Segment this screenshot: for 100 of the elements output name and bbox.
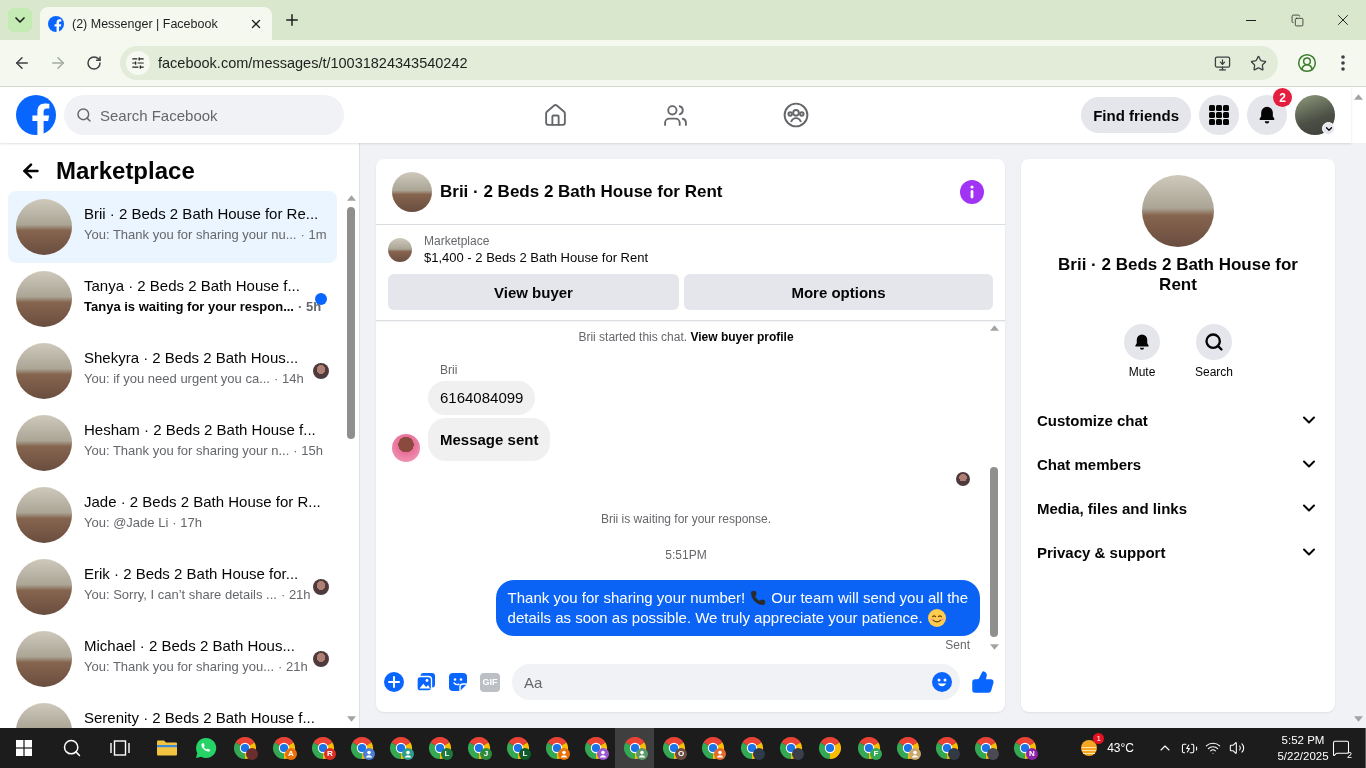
seen-avatar bbox=[956, 472, 970, 486]
conversation-title: Serenity · 2 Beds 2 Bath House f... bbox=[84, 709, 316, 727]
conversation-item[interactable]: Michael · 2 Beds 2 Bath Hous... You: Thank you for sharing you... · 21h bbox=[8, 623, 337, 695]
room-photo bbox=[16, 559, 72, 615]
plus-icon bbox=[384, 672, 404, 692]
message-time: · 14h bbox=[274, 371, 304, 387]
message-preview: You: Thank you for sharing your n... bbox=[84, 443, 290, 459]
conversation-title: Tanya · 2 Beds 2 Bath House f... bbox=[84, 277, 301, 295]
scroll-down-icon bbox=[346, 716, 356, 722]
conversation-item[interactable]: Jade · 2 Beds 2 Bath House for R... You: @Jade Li · 17h bbox=[8, 479, 337, 551]
scrollbar-thumb[interactable] bbox=[990, 467, 998, 637]
bell-icon bbox=[1257, 105, 1277, 125]
taskbar-app[interactable]: N bbox=[1005, 728, 1044, 768]
image-icon bbox=[416, 672, 436, 692]
clock-date: 5/22/2025 bbox=[1277, 749, 1329, 764]
search-field[interactable]: Search Facebook bbox=[64, 95, 344, 135]
scroll-up-icon bbox=[1354, 94, 1363, 100]
find-friends-button[interactable]: Find friends bbox=[1081, 97, 1191, 133]
chrome-icon bbox=[817, 736, 842, 760]
taskbar-app[interactable]: J bbox=[459, 728, 498, 768]
section-label: Customize chat bbox=[1037, 411, 1148, 429]
conversation-item[interactable]: Tanya · 2 Beds 2 Bath House f... Tanya is waiting for your respon... · 5h bbox=[8, 263, 337, 335]
conversation-item[interactable]: Brii · 2 Beds 2 Bath House for Re... You: Thank you for sharing your nu... · 1m bbox=[8, 191, 337, 263]
message-preview: You: @Jade Li bbox=[84, 515, 169, 531]
profile-avatar[interactable] bbox=[1295, 95, 1335, 135]
room-photo bbox=[16, 631, 72, 687]
search-icon bbox=[62, 738, 82, 758]
mute-button[interactable] bbox=[1124, 324, 1160, 360]
scroll-up-icon bbox=[346, 195, 356, 201]
whatsapp-icon bbox=[194, 737, 217, 759]
search-button[interactable] bbox=[1196, 324, 1232, 360]
message-time: · 17h bbox=[172, 515, 202, 531]
scroll-up-icon bbox=[989, 325, 999, 331]
listing-source: Marketplace bbox=[424, 233, 491, 249]
action-button[interactable]: More options bbox=[684, 274, 993, 310]
conversation-title: Jade · 2 Beds 2 Bath House for R... bbox=[84, 493, 322, 511]
menu-button[interactable] bbox=[1199, 95, 1239, 135]
message-time: · 1m bbox=[300, 227, 327, 243]
sliders-icon bbox=[131, 56, 145, 70]
star-icon bbox=[1249, 54, 1267, 72]
emoji-button[interactable] bbox=[932, 672, 952, 692]
telephone-icon bbox=[750, 590, 767, 606]
conversation-item[interactable]: Hesham · 2 Beds 2 Bath House f... You: Thank you for sharing your n... · 15h bbox=[8, 407, 337, 479]
tab-list-button[interactable] bbox=[8, 8, 32, 32]
notifications-button[interactable]: 2 bbox=[1330, 728, 1352, 768]
group-icon bbox=[782, 102, 809, 128]
message-icon bbox=[1332, 739, 1350, 757]
room-photo bbox=[16, 199, 72, 255]
conversation-title: Erik · 2 Beds 2 Bath House for... bbox=[84, 565, 300, 583]
scrollbar-thumb[interactable] bbox=[347, 207, 355, 439]
action-label: Search bbox=[1195, 364, 1233, 380]
arrow-right-icon bbox=[49, 54, 67, 72]
listing-title: $1,400 - 2 Beds 2 Bath House for Rent bbox=[424, 249, 649, 267]
taskbar-app[interactable] bbox=[615, 728, 654, 768]
conversation-item[interactable]: Erik · 2 Beds 2 Bath House for... You: Sorry, I can’t share details ... · 21h bbox=[8, 551, 337, 623]
section-toggle[interactable]: Customize chat bbox=[1029, 398, 1327, 442]
status-text: Brii is waiting for your response. bbox=[600, 511, 772, 527]
monitor-download-icon bbox=[1213, 54, 1231, 72]
conversation-title: Michael · 2 Beds 2 Bath Hous... bbox=[84, 637, 296, 655]
section-toggle[interactable]: Chat members bbox=[1029, 442, 1327, 486]
taskbar-app[interactable]: O bbox=[654, 728, 693, 768]
timestamp: 5:51PM bbox=[665, 547, 707, 563]
search-icon bbox=[76, 107, 92, 123]
conversation-item[interactable]: Shekyra · 2 Beds 2 Bath Hous... You: if you need urgent you ca... · 14h bbox=[8, 335, 337, 407]
notification-count: 2 bbox=[1273, 88, 1292, 107]
conversation-title: Hesham · 2 Beds 2 Bath House f... bbox=[84, 421, 317, 439]
address-field[interactable]: facebook.com/messages/t/10031824343540242 bbox=[120, 46, 1278, 80]
taskbar-app[interactable]: R bbox=[303, 728, 342, 768]
message-text: details as soon as possible. We truly appreciate your patience. bbox=[507, 608, 923, 628]
browser-tab[interactable]: (2) Messenger | Facebook bbox=[40, 7, 272, 40]
message-text: Thank you for sharing your number! bbox=[507, 588, 746, 608]
message-time: · 5h bbox=[297, 299, 322, 315]
emoji-icon bbox=[932, 672, 952, 692]
search-icon bbox=[1204, 332, 1224, 352]
chat-title: Brii · 2 Beds 2 Bath House for Rent bbox=[440, 181, 724, 202]
taskbar-app[interactable]: L bbox=[498, 728, 537, 768]
room-photo bbox=[16, 343, 72, 399]
action-button[interactable]: View buyer bbox=[388, 274, 679, 310]
section-toggle[interactable]: Media, files and links bbox=[1029, 486, 1327, 530]
notifications-button[interactable] bbox=[1247, 95, 1287, 135]
home-icon bbox=[543, 102, 568, 128]
conversation-title: Brii · 2 Beds 2 Bath House for Re... bbox=[84, 205, 320, 223]
message-input[interactable]: Aa bbox=[512, 664, 960, 700]
site-info-button[interactable] bbox=[126, 51, 150, 75]
caret-icon bbox=[1322, 122, 1335, 135]
hazy-sun-icon bbox=[1079, 738, 1100, 758]
message-preview: You: Sorry, I can’t share details ... bbox=[84, 587, 277, 603]
taskbar-app[interactable]: L bbox=[420, 728, 459, 768]
message-preview: You: Thank you for sharing you... bbox=[84, 659, 275, 675]
temperature: 43°C bbox=[1107, 741, 1134, 755]
sender-name: Brii bbox=[440, 362, 458, 378]
weather-button[interactable]: 1 43°C bbox=[1073, 728, 1140, 768]
buyer-profile-link[interactable]: View buyer profile bbox=[690, 330, 794, 344]
info-button[interactable] bbox=[960, 179, 984, 204]
minimize-icon bbox=[1246, 19, 1256, 21]
people-icon bbox=[663, 102, 688, 128]
task-view-icon bbox=[110, 740, 130, 756]
volume-icon bbox=[1229, 740, 1245, 756]
room-photo bbox=[392, 171, 432, 212]
section-toggle[interactable]: Privacy & support bbox=[1029, 530, 1327, 574]
